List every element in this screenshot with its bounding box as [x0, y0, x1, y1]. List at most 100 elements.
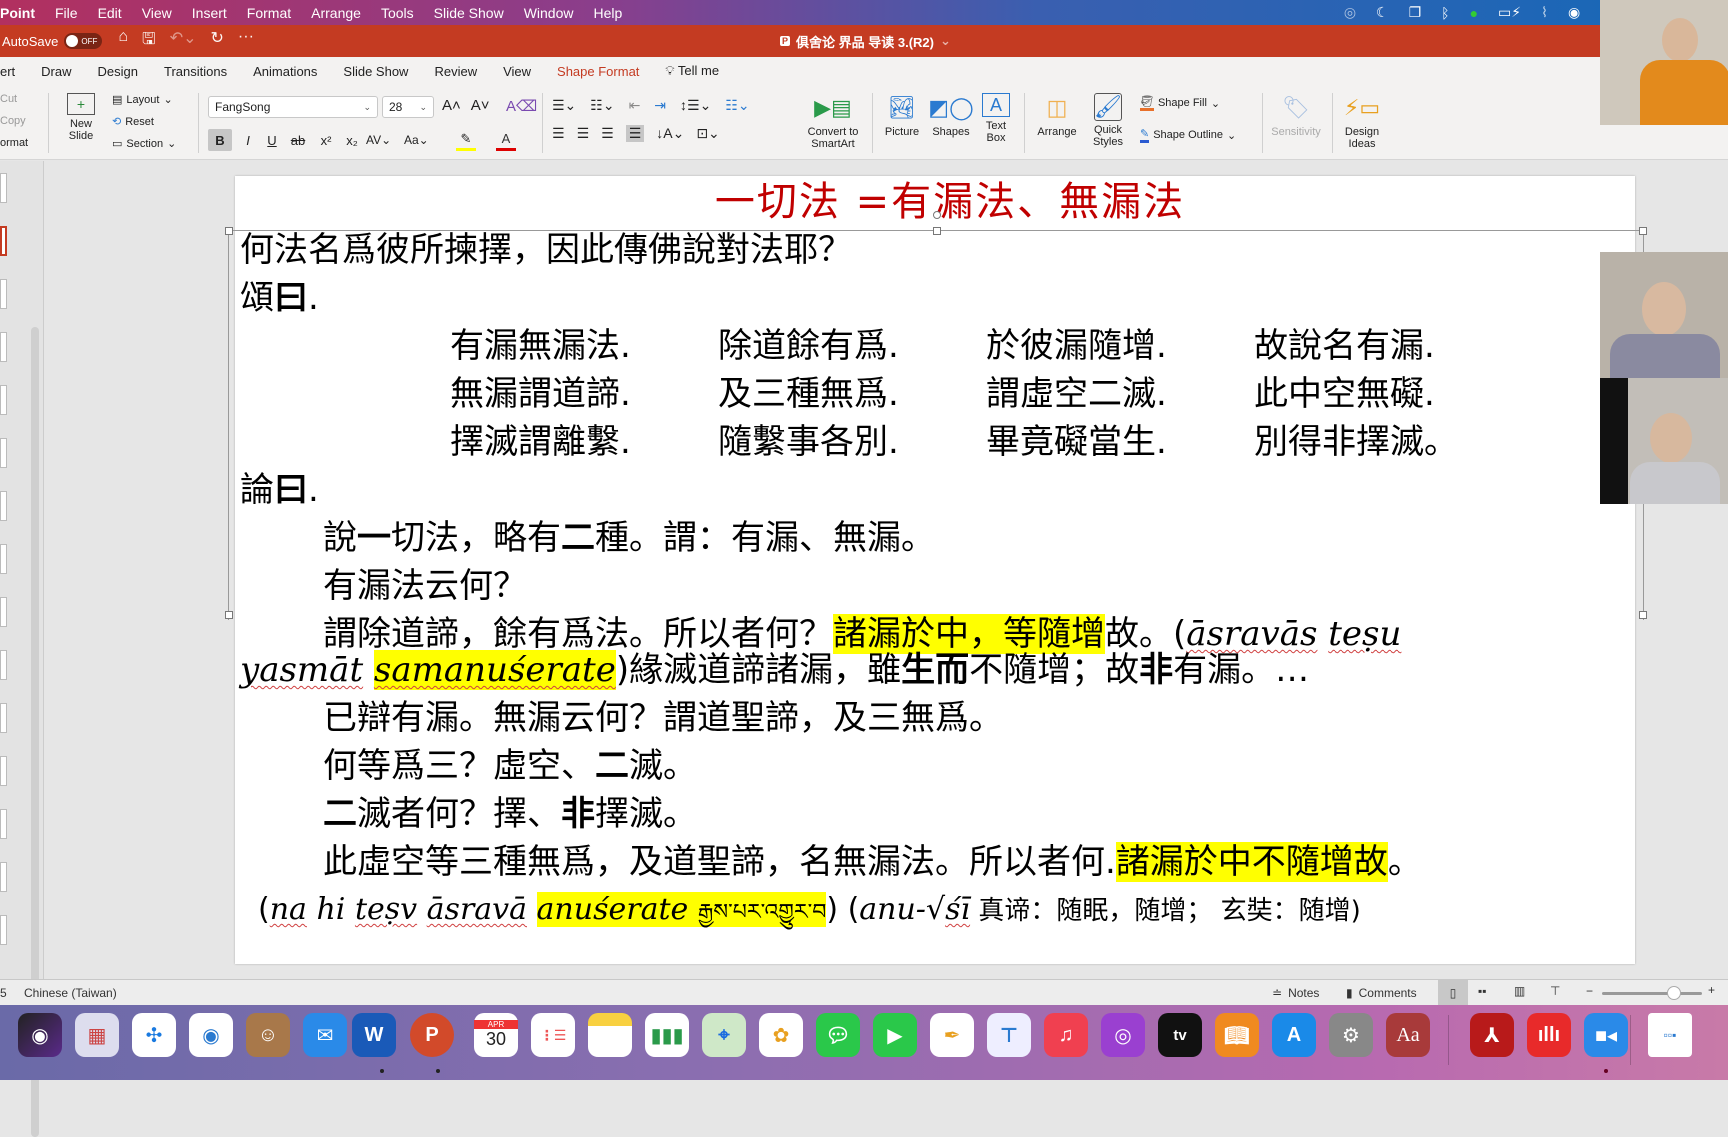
- slide-thumbnail[interactable]: [0, 809, 7, 839]
- slide-thumbnail[interactable]: [0, 650, 7, 680]
- copy-button[interactable]: Copy: [0, 115, 26, 127]
- dock-reminders[interactable]: ⋮☰: [531, 1013, 575, 1057]
- menu-view[interactable]: View: [132, 5, 182, 21]
- tab-view[interactable]: View: [490, 64, 544, 79]
- undo-icon[interactable]: ↶⌄: [170, 28, 197, 55]
- slide-thumbnail[interactable]: [0, 332, 7, 362]
- dock-siri[interactable]: ◉: [18, 1013, 62, 1057]
- dock-chrome[interactable]: ◉: [189, 1013, 233, 1057]
- cut-button[interactable]: Cut: [0, 93, 17, 105]
- dock-podcasts[interactable]: ◎: [1101, 1013, 1145, 1057]
- bluetooth-icon[interactable]: ᛒ: [1441, 5, 1449, 21]
- font-size-select[interactable]: 28 ⌄: [382, 96, 434, 118]
- dock-books[interactable]: 📖︎: [1215, 1013, 1259, 1057]
- menu-arrange[interactable]: Arrange: [301, 5, 371, 21]
- strikethrough-button[interactable]: ab: [288, 129, 308, 151]
- save-icon[interactable]: 🖫: [142, 28, 156, 55]
- dock-pages[interactable]: ✒: [930, 1013, 974, 1057]
- zoom-out-button[interactable]: −: [1586, 984, 1593, 998]
- tab-design[interactable]: Design: [85, 64, 151, 79]
- quick-styles-button[interactable]: 🖌︎ Quick Styles: [1086, 93, 1130, 148]
- superscript-button[interactable]: x²: [316, 129, 336, 151]
- tell-me[interactable]: 💡︎ Tell me: [652, 63, 732, 79]
- slide-thumbnail[interactable]: [0, 915, 7, 945]
- shapes-button[interactable]: ◩◯ Shapes: [928, 93, 974, 139]
- line-spacing-icon[interactable]: ↕☰⌄: [680, 97, 711, 114]
- dock-powerpoint[interactable]: P: [410, 1013, 454, 1057]
- font-color-button[interactable]: A: [496, 129, 516, 151]
- dock-messages[interactable]: 💬︎: [816, 1013, 860, 1057]
- user-icon[interactable]: ◉: [1568, 4, 1580, 21]
- tab-slide-show[interactable]: Slide Show: [330, 64, 421, 79]
- zoom-in-button[interactable]: +: [1708, 983, 1715, 997]
- more-icon[interactable]: ···: [238, 28, 254, 55]
- italic-button[interactable]: I: [238, 129, 258, 151]
- clear-formatting-icon[interactable]: A⌫: [506, 97, 537, 115]
- slide-thumbnail-pane[interactable]: [0, 161, 44, 1137]
- dock-acrobat[interactable]: ⅄: [1470, 1013, 1514, 1057]
- slide-thumbnail[interactable]: [0, 438, 7, 468]
- subscript-button[interactable]: x₂: [342, 129, 362, 151]
- slide-sorter-button[interactable]: ▪▪: [1478, 984, 1487, 998]
- decrease-indent-icon[interactable]: ⇤: [629, 97, 641, 114]
- dock-numbers[interactable]: ▮▮▮: [645, 1013, 689, 1057]
- menu-tools[interactable]: Tools: [371, 5, 424, 21]
- section-button[interactable]: ▭ Section ⌄: [112, 137, 176, 151]
- highlight-color-button[interactable]: ✎: [456, 129, 476, 151]
- dock-word[interactable]: W: [352, 1013, 396, 1057]
- dock-voice-memos[interactable]: ıllı: [1527, 1013, 1571, 1057]
- zoom-slider[interactable]: [1602, 986, 1702, 1000]
- increase-indent-icon[interactable]: ⇥: [654, 97, 666, 114]
- menu-window[interactable]: Window: [514, 5, 584, 21]
- reset-button[interactable]: ⟲ Reset: [112, 115, 154, 129]
- menu-file[interactable]: File: [45, 5, 88, 21]
- dock-music[interactable]: ♫: [1044, 1013, 1088, 1057]
- document-title[interactable]: P 俱舍论 界品 导读 3.(R2) ⌄: [780, 25, 951, 57]
- tab-animations[interactable]: Animations: [240, 64, 330, 79]
- zoom-slider-knob[interactable]: [1667, 986, 1681, 1000]
- rotate-handle[interactable]: [933, 211, 941, 219]
- slide-thumbnail[interactable]: [0, 756, 7, 786]
- slide-thumbnail[interactable]: [0, 173, 7, 203]
- justify-icon[interactable]: ☰: [625, 125, 645, 142]
- text-direction-icon[interactable]: ↓A⌄: [656, 125, 684, 142]
- slide-thumbnail-selected[interactable]: [0, 226, 7, 256]
- dock-apple-tv[interactable]: tv: [1158, 1013, 1202, 1057]
- dock-contacts[interactable]: ☺: [246, 1013, 290, 1057]
- resize-handle[interactable]: [1639, 227, 1647, 235]
- dock-notes[interactable]: [588, 1013, 632, 1057]
- shape-fill-button[interactable]: 🪣︎ Shape Fill ⌄: [1140, 95, 1220, 111]
- sensitivity-button[interactable]: 🏷︎ Sensitivity: [1268, 93, 1324, 139]
- video-participant-2[interactable]: [1600, 252, 1728, 378]
- tab-draw[interactable]: Draw: [28, 64, 84, 79]
- dock-maps[interactable]: ⌖: [702, 1013, 746, 1057]
- tab-review[interactable]: Review: [421, 64, 490, 79]
- tab-transitions[interactable]: Transitions: [151, 64, 240, 79]
- notes-button[interactable]: ≐ Notes: [1272, 980, 1319, 1006]
- slide-title[interactable]: 一切法 =有漏法、無漏法: [235, 176, 1635, 228]
- menu-app-name[interactable]: Point: [0, 5, 45, 21]
- slide-thumbnail[interactable]: [0, 491, 7, 521]
- dock-app-store[interactable]: A: [1272, 1013, 1316, 1057]
- slide-thumbnail[interactable]: [0, 279, 7, 309]
- design-ideas-button[interactable]: ⚡▭ Design Ideas: [1340, 93, 1384, 151]
- slide[interactable]: 一切法 =有漏法、無漏法 何法名爲彼所揀擇，因此傳佛說對法耶？ 頌曰. 有漏無漏…: [225, 176, 1647, 964]
- character-spacing-button[interactable]: AV⌄: [366, 129, 391, 151]
- creative-cloud-icon[interactable]: ◎: [1344, 4, 1356, 21]
- dock-zoom[interactable]: ■◂: [1584, 1013, 1628, 1057]
- menu-insert[interactable]: Insert: [182, 5, 237, 21]
- dock-safari[interactable]: ✣: [132, 1013, 176, 1057]
- tab-insert[interactable]: ert: [0, 64, 28, 79]
- reading-view-button[interactable]: ▥: [1514, 984, 1525, 998]
- resize-handle[interactable]: [225, 227, 233, 235]
- format-painter-button[interactable]: ormat: [0, 137, 28, 149]
- dock-facetime[interactable]: ▶: [873, 1013, 917, 1057]
- bold-button[interactable]: B: [208, 129, 232, 151]
- video-participant-3[interactable]: [1600, 378, 1728, 504]
- resize-handle[interactable]: [225, 611, 233, 619]
- input-source-icon[interactable]: ●: [1470, 5, 1478, 21]
- screen-mirror-icon[interactable]: ❐: [1409, 4, 1422, 21]
- slide-show-button[interactable]: ⊤: [1550, 984, 1560, 998]
- dock-calendar[interactable]: APR 30: [474, 1013, 518, 1057]
- dock-keynote[interactable]: ⊤: [987, 1013, 1031, 1057]
